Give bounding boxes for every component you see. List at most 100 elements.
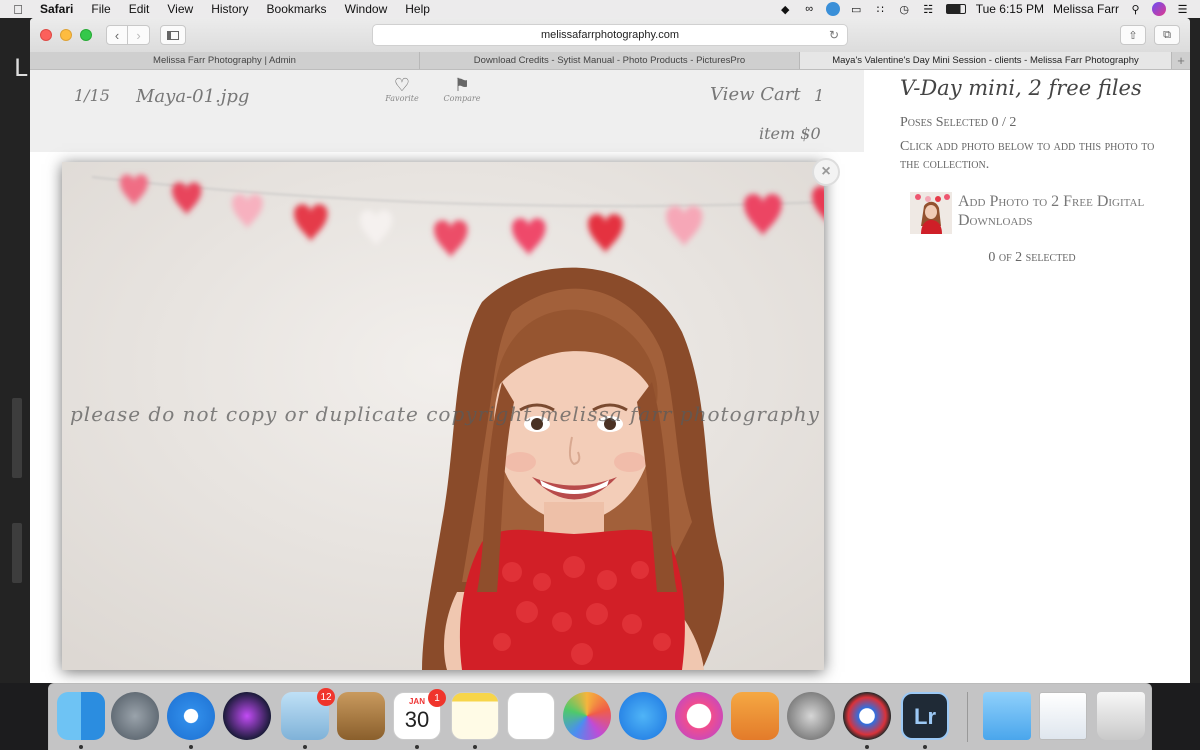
background-app-left: L xyxy=(0,18,30,683)
main-photo[interactable]: please do not copy or duplicate copyrigh… xyxy=(62,162,824,670)
minimize-window-button[interactable] xyxy=(60,29,72,41)
pages-icon[interactable] xyxy=(731,692,779,740)
new-tab-button[interactable]: + xyxy=(1172,52,1190,69)
flag-icon: ⚑ xyxy=(453,75,471,95)
system-preferences-icon[interactable] xyxy=(787,692,835,740)
photo-filename: Maya-01.jpg xyxy=(136,86,250,107)
collection-panel: V-Day mini, 2 free files Poses Selected … xyxy=(864,70,1190,683)
evernote-icon[interactable]: ◆ xyxy=(778,3,793,16)
zoom-window-button[interactable] xyxy=(80,29,92,41)
menu-history[interactable]: History xyxy=(202,2,257,16)
folder-icon[interactable] xyxy=(983,692,1031,740)
window-controls xyxy=(40,29,92,41)
share-button[interactable]: ⇧ xyxy=(1120,25,1146,45)
running-indicator xyxy=(303,745,307,749)
photos-icon[interactable] xyxy=(563,692,611,740)
add-photo-label: Add Photo to 2 Free Digital Downloads xyxy=(958,193,1145,229)
calendar-badge: 1 xyxy=(428,689,446,707)
running-indicator xyxy=(865,745,869,749)
app-store-icon[interactable] xyxy=(619,692,667,740)
menu-view[interactable]: View xyxy=(158,2,202,16)
notes-icon[interactable] xyxy=(451,692,499,740)
grid-icon[interactable]: ∷ xyxy=(873,3,888,16)
calendar-day: 30 xyxy=(404,707,430,732)
tabs-icon: ⧉ xyxy=(1163,28,1171,41)
lightroom-icon[interactable]: Lr xyxy=(901,692,949,740)
tab-bar: Melissa Farr Photography | Admin Downloa… xyxy=(30,52,1190,70)
tab-admin[interactable]: Melissa Farr Photography | Admin xyxy=(30,52,420,69)
selected-count: 0 of 2 selected xyxy=(988,250,1076,265)
safari-icon[interactable] xyxy=(167,692,215,740)
airplay-icon[interactable]: ▭ xyxy=(849,3,864,16)
menu-help[interactable]: Help xyxy=(396,2,439,16)
clock[interactable]: Tue 6:15 PM xyxy=(976,2,1044,16)
heart-icon: ♡ xyxy=(393,75,411,95)
photo-viewer: 1/15 Maya-01.jpg ♡ Favorite ⚑ Compare Vi… xyxy=(30,70,864,683)
reload-icon[interactable]: ↻ xyxy=(829,28,839,42)
scroll-strip xyxy=(12,398,22,478)
mail-icon[interactable]: 12 xyxy=(281,688,335,740)
siri-icon[interactable] xyxy=(223,692,271,740)
lightroom-label: Lr xyxy=(914,704,936,729)
siri-icon[interactable] xyxy=(1152,2,1166,16)
contacts-icon[interactable] xyxy=(337,692,385,740)
address-bar[interactable]: melissafarrphotography.com ↻ xyxy=(372,24,848,46)
compare-label: Compare xyxy=(443,94,481,103)
search-icon[interactable]: ⚲ xyxy=(1128,3,1143,16)
time-machine-icon[interactable]: ◷ xyxy=(897,3,912,16)
calendar-icon[interactable]: JAN 30 1 xyxy=(393,689,446,740)
reminders-icon[interactable] xyxy=(507,692,555,740)
itunes-icon[interactable] xyxy=(675,692,723,740)
package-title: V-Day mini, 2 free files xyxy=(900,76,1142,100)
compare-button[interactable]: ⚑ Compare xyxy=(442,76,482,103)
close-window-button[interactable] xyxy=(40,29,52,41)
menu-window[interactable]: Window xyxy=(336,2,397,16)
safari-window: ‹ › melissafarrphotography.com ↻ ⇧ ⧉ Mel… xyxy=(30,18,1190,683)
favorite-label: Favorite xyxy=(385,94,419,103)
cart-summary: item $0 xyxy=(759,124,821,143)
apple-logo-icon[interactable]:  xyxy=(0,2,36,17)
sync-icon[interactable] xyxy=(825,2,840,16)
user-name[interactable]: Melissa Farr xyxy=(1053,2,1119,16)
tabs-overview-button[interactable]: ⧉ xyxy=(1154,25,1180,45)
finder-icon[interactable] xyxy=(57,692,105,740)
menu-file[interactable]: File xyxy=(82,2,119,16)
watermark-text: please do not copy or duplicate copyrigh… xyxy=(70,402,820,426)
lightroom-edge-glyph: L xyxy=(14,54,28,82)
trash-icon[interactable] xyxy=(1097,692,1145,740)
url-text: melissafarrphotography.com xyxy=(541,29,679,41)
photo-thumbnail xyxy=(910,192,952,234)
running-indicator xyxy=(415,745,419,749)
close-photo-button[interactable]: × xyxy=(812,158,840,186)
running-indicator xyxy=(189,745,193,749)
toolbar-right: ⇧ ⧉ xyxy=(1120,25,1180,45)
menu-safari[interactable]: Safari xyxy=(36,2,82,16)
cart-count: 1 xyxy=(814,86,825,105)
documents-stack-icon[interactable] xyxy=(1039,692,1087,740)
menu-edit[interactable]: Edit xyxy=(120,2,159,16)
running-indicator xyxy=(473,745,477,749)
sidebar-icon xyxy=(167,30,179,40)
menu-bookmarks[interactable]: Bookmarks xyxy=(258,2,336,16)
list-icon[interactable]: ☰ xyxy=(1175,3,1190,16)
menu-bar:  Safari File Edit View History Bookmark… xyxy=(0,0,1200,18)
battery-icon[interactable] xyxy=(945,3,967,15)
view-cart-link[interactable]: View Cart xyxy=(710,84,801,105)
wifi-icon[interactable]: ☵ xyxy=(921,3,936,16)
tab-active-session[interactable]: Maya's Valentine's Day Mini Session - cl… xyxy=(800,52,1172,69)
mail-badge: 12 xyxy=(317,688,335,706)
running-indicator xyxy=(79,745,83,749)
add-photo-button[interactable]: Add Photo to 2 Free Digital Downloads xyxy=(910,192,1170,234)
sidebar-toggle-button[interactable] xyxy=(160,25,186,45)
back-button[interactable]: ‹ xyxy=(106,25,128,45)
tab-download-credits[interactable]: Download Credits - Sytist Manual - Photo… xyxy=(420,52,800,69)
aperture-icon[interactable] xyxy=(843,692,891,740)
creative-cloud-icon[interactable]: ∞ xyxy=(802,3,817,15)
nav-buttons: ‹ › xyxy=(106,25,150,45)
instructions-text: Click add photo below to add this photo … xyxy=(900,139,1155,172)
title-bar: ‹ › melissafarrphotography.com ↻ ⇧ ⧉ xyxy=(30,18,1190,52)
running-indicator xyxy=(923,745,927,749)
forward-button[interactable]: › xyxy=(128,25,150,45)
favorite-button[interactable]: ♡ Favorite xyxy=(384,76,420,103)
launchpad-icon[interactable] xyxy=(111,692,159,740)
